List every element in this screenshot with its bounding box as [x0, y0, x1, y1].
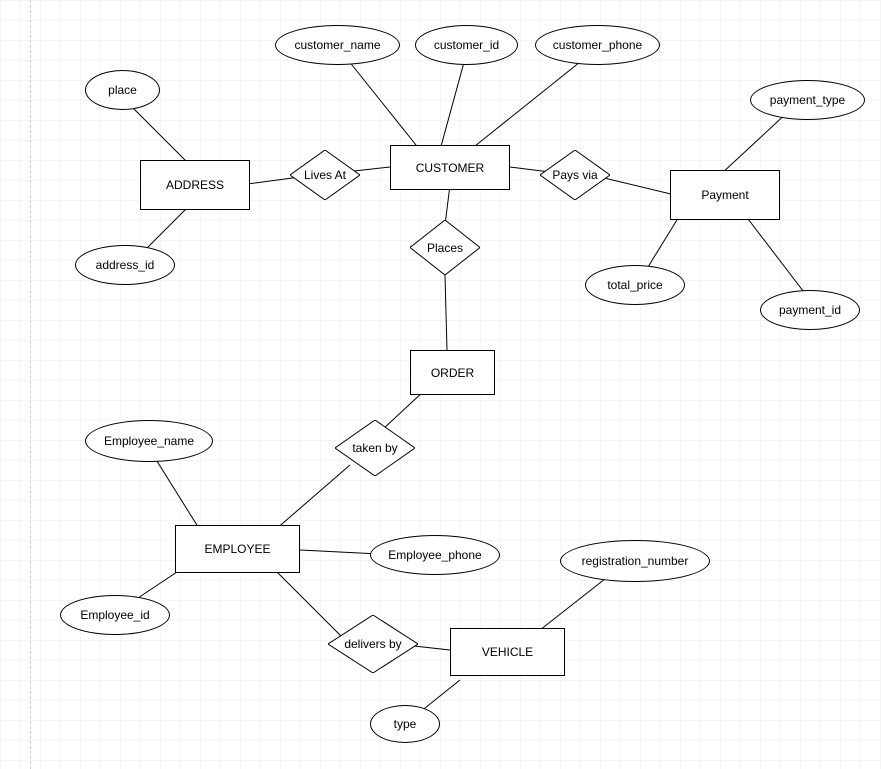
- attr-label: payment_id: [779, 303, 841, 317]
- rel-label: Pays via: [552, 168, 597, 182]
- attr-label: Employee_phone: [388, 548, 481, 562]
- rel-delivers-by: delivers by: [328, 615, 418, 673]
- attr-customer-phone: customer_phone: [535, 25, 660, 65]
- entity-vehicle: VEHICLE: [450, 628, 565, 676]
- entity-label: EMPLOYEE: [204, 542, 270, 556]
- attr-registration-number: registration_number: [560, 540, 710, 582]
- entity-label: ORDER: [431, 366, 474, 380]
- entity-label: Payment: [701, 188, 748, 202]
- attr-label: payment_type: [770, 93, 845, 107]
- attr-customer-name: customer_name: [275, 25, 400, 65]
- attr-employee-phone: Employee_phone: [370, 535, 500, 575]
- attr-label: type: [394, 717, 417, 731]
- entity-payment: Payment: [670, 170, 780, 220]
- attr-label: customer_name: [294, 38, 380, 52]
- entity-order: ORDER: [410, 350, 495, 395]
- attr-place: place: [85, 70, 160, 110]
- attr-label: Employee_id: [80, 608, 149, 622]
- rel-label: Lives At: [304, 168, 346, 182]
- rel-label: Places: [427, 241, 463, 255]
- attr-label: address_id: [96, 258, 155, 272]
- attr-label: total_price: [607, 278, 662, 292]
- attr-label: Employee_name: [104, 434, 194, 448]
- entity-label: CUSTOMER: [416, 161, 484, 175]
- attr-address-id: address_id: [75, 245, 175, 285]
- entity-address: ADDRESS: [140, 160, 250, 210]
- rel-label: delivers by: [344, 637, 401, 651]
- attr-employee-name: Employee_name: [85, 420, 213, 462]
- attr-payment-type: payment_type: [750, 80, 865, 120]
- rel-lives-at: Lives At: [290, 150, 360, 200]
- rel-label: taken by: [352, 441, 397, 455]
- attr-label: customer_id: [434, 38, 499, 52]
- rel-pays-via: Pays via: [540, 150, 610, 200]
- entity-customer: CUSTOMER: [390, 145, 510, 190]
- entity-label: ADDRESS: [166, 178, 224, 192]
- rel-taken-by: taken by: [335, 420, 415, 476]
- attr-label: customer_phone: [553, 38, 642, 52]
- attr-label: registration_number: [582, 554, 689, 568]
- attr-customer-id: customer_id: [415, 25, 518, 65]
- attr-employee-id: Employee_id: [60, 595, 170, 635]
- diagram-canvas[interactable]: place address_id customer_name customer_…: [0, 0, 881, 769]
- ruler-separator: [30, 0, 31, 769]
- entity-employee: EMPLOYEE: [175, 525, 300, 573]
- attr-type: type: [370, 705, 440, 743]
- rel-places: Places: [410, 220, 480, 275]
- attr-label: place: [108, 83, 137, 97]
- attr-payment-id: payment_id: [760, 290, 860, 330]
- attr-total-price: total_price: [585, 265, 685, 305]
- entity-label: VEHICLE: [482, 645, 533, 659]
